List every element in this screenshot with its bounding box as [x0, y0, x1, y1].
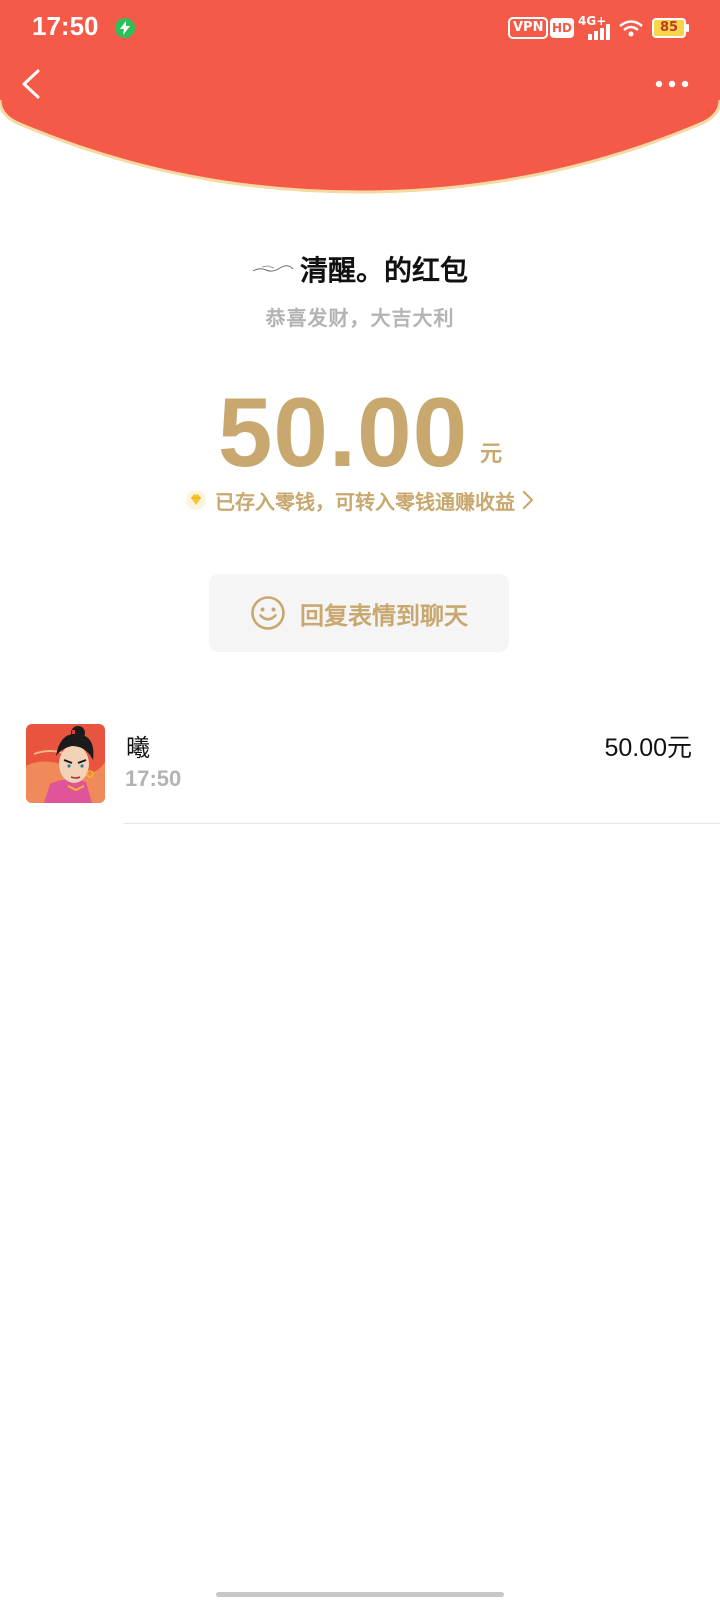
reply-button-label: 回复表情到聊天 — [300, 601, 468, 630]
status-time: 17:50 — [32, 11, 99, 41]
more-icon[interactable] — [654, 76, 690, 92]
chevron-right-icon — [522, 490, 534, 510]
greeting-text: 恭喜发财，大吉大利 — [265, 306, 455, 330]
receiver-name: 曦 — [126, 734, 150, 762]
divider — [124, 823, 720, 824]
back-icon[interactable] — [18, 68, 44, 100]
charging-icon — [115, 18, 135, 38]
change-note-text: 已存入零钱，可转入零钱通赚收益 — [215, 489, 515, 514]
signal-icon — [588, 24, 610, 40]
receive-time: 17:50 — [125, 766, 182, 791]
sender-avatar — [252, 265, 294, 272]
receive-amount: 50.00元 — [604, 734, 692, 762]
list-item[interactable]: 曦 17:50 50.00元 — [0, 722, 720, 826]
page-title: 清醒。的红包 — [299, 254, 468, 287]
amount-display: 50.00 元 — [0, 372, 720, 482]
envelope-title-row: 清醒。的红包 — [0, 246, 720, 292]
status-bar: 17:50 VPN HD 4G+ 85 — [0, 0, 720, 56]
reply-sticker-button[interactable]: 回复表情到聊天 — [209, 574, 509, 652]
change-link[interactable]: 已存入零钱，可转入零钱通赚收益 — [0, 485, 720, 515]
amount-value: 50.00 — [217, 377, 469, 487]
avatar — [26, 724, 105, 803]
home-indicator[interactable] — [216, 1592, 504, 1597]
hd-badge: HD — [550, 18, 575, 38]
wifi-icon — [619, 20, 643, 37]
gem-icon — [186, 490, 206, 510]
battery-level: 85 — [659, 20, 679, 35]
smile-icon — [251, 596, 285, 630]
amount-unit: 元 — [480, 442, 503, 467]
vpn-badge: VPN — [508, 17, 549, 39]
